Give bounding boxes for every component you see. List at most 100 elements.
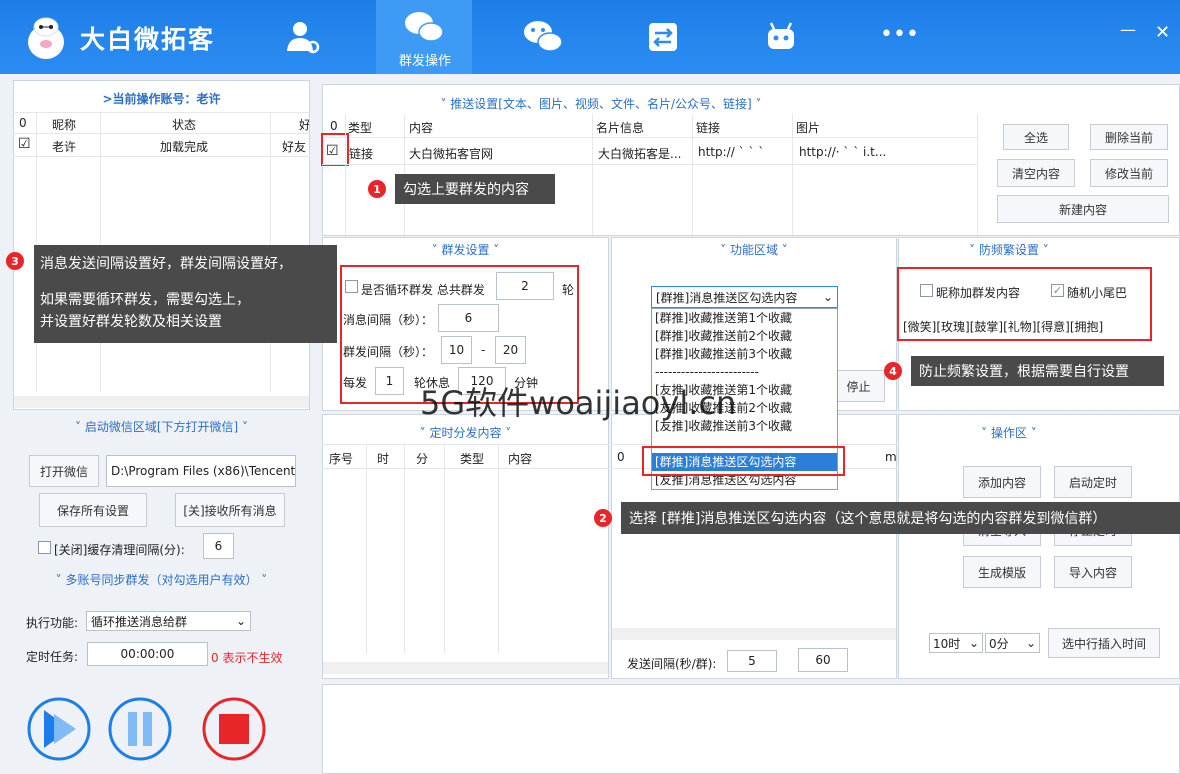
group-interval-max-input[interactable]: 20 bbox=[495, 336, 526, 364]
minute-value: 0分 bbox=[989, 636, 1009, 651]
push-row-card: 大白微拓客是... bbox=[598, 147, 682, 161]
insert-time-button[interactable]: 选中行插入时间 bbox=[1048, 628, 1160, 658]
push-col-link: 链接 bbox=[696, 121, 721, 135]
row-checkbox[interactable]: ☑ bbox=[18, 136, 31, 152]
pause-button[interactable] bbox=[107, 696, 173, 765]
tab-account[interactable] bbox=[258, 0, 348, 74]
log-area[interactable] bbox=[322, 684, 1180, 774]
wechat-path-input[interactable]: D:\Program Files (x86)\Tencent\ bbox=[106, 455, 296, 487]
timed-col-seq: 序号 bbox=[329, 452, 354, 466]
wechat-bubbles-icon bbox=[405, 12, 444, 42]
more-menu-button[interactable]: ••• bbox=[880, 22, 919, 47]
tip-badge-2: 2 bbox=[594, 509, 612, 527]
close-receive-button[interactable]: [关]接收所有消息 bbox=[175, 493, 285, 527]
push-header: ˅ 推送设置[文本、图片、视频、文件、名片/公众号、链接] ˅ bbox=[440, 97, 762, 111]
tab-contact-transfer[interactable] bbox=[618, 0, 708, 74]
play-icon bbox=[27, 697, 91, 761]
group-settings-header: ˅ 群发设置 ˅ bbox=[431, 243, 500, 257]
push-col-image: 图片 bbox=[796, 121, 821, 135]
exec-function-value: 循环推送消息给群 bbox=[91, 614, 188, 629]
dropdown-option[interactable]: [群推]收藏推送前2个收藏 bbox=[652, 327, 837, 345]
tip-3-line-1: 消息发送间隔设置好，群发间隔设置好， bbox=[40, 256, 292, 272]
timed-header: ˅ 定时分发内容 ˅ bbox=[419, 426, 512, 440]
tab-robot[interactable] bbox=[736, 0, 826, 74]
send-interval-max-input[interactable]: 60 bbox=[798, 648, 848, 672]
send-interval-min-input[interactable]: 5 bbox=[727, 650, 777, 672]
robot-icon bbox=[768, 22, 794, 49]
tip-3-line-2: 如果需要循环群发，需要勾选上， bbox=[40, 292, 250, 308]
timer-task-label: 定时任务: bbox=[26, 650, 79, 664]
contact-transfer-icon bbox=[649, 23, 677, 51]
function-select[interactable]: [群推]消息推送区勾选内容 ⌄ bbox=[651, 286, 838, 308]
open-wechat-button[interactable]: 打开微信 bbox=[29, 455, 99, 487]
import-content-button[interactable]: 导入内容 bbox=[1054, 556, 1132, 588]
dropdown-option[interactable]: [群推]收藏推送前3个收藏 bbox=[652, 345, 837, 363]
close-button[interactable]: ✕ bbox=[1155, 22, 1170, 43]
group-interval-label: 群发间隔（秒）： bbox=[343, 345, 434, 359]
hour-select[interactable]: 10时 ⌄ bbox=[929, 633, 983, 653]
emoji-tail-text: [微笑][玫瑰][鼓掌][礼物][得意][拥抱] bbox=[903, 320, 1104, 334]
app-logo bbox=[20, 14, 72, 62]
pause-icon bbox=[108, 697, 172, 761]
save-all-button[interactable]: 保存所有设置 bbox=[39, 493, 147, 527]
group-interval-min-input[interactable]: 10 bbox=[441, 336, 472, 364]
loop-send-checkbox[interactable] bbox=[345, 280, 358, 293]
timer-task-note: 0 表示不生效 bbox=[211, 651, 283, 665]
push-col-type: 类型 bbox=[348, 121, 373, 135]
row-nickname: 老许 bbox=[52, 140, 77, 154]
modify-current-button[interactable]: 修改当前 bbox=[1090, 159, 1168, 187]
timed-hscrollbar[interactable] bbox=[323, 662, 608, 674]
tip-badge-4: 4 bbox=[884, 362, 902, 380]
watermark: 5G软件woaijiaoyl.cn bbox=[420, 384, 737, 422]
stop-button[interactable] bbox=[201, 696, 267, 765]
push-row-link: http:// ` ` ` bbox=[698, 145, 765, 159]
tail-label: 随机小尾巴 bbox=[1067, 286, 1128, 300]
anti-frequent-header: ˅ 防频繁设置 ˅ bbox=[969, 243, 1049, 257]
msg-interval-input[interactable]: 6 bbox=[438, 304, 499, 332]
col-header-status: 状态 bbox=[172, 118, 197, 132]
clear-content-button[interactable]: 清空内容 bbox=[997, 159, 1075, 187]
chevron-down-icon: ⌄ bbox=[822, 290, 833, 304]
every-count-input[interactable]: 1 bbox=[375, 367, 404, 395]
timed-detail-hscrollbar[interactable] bbox=[612, 628, 896, 640]
tab-group-send-label: 群发操作 bbox=[398, 54, 451, 69]
every-label: 每发 bbox=[343, 376, 368, 390]
minute-select[interactable]: 0分 ⌄ bbox=[985, 633, 1040, 653]
tip-badge-3: 3 bbox=[6, 252, 24, 270]
delete-current-button[interactable]: 删除当前 bbox=[1090, 124, 1168, 150]
new-content-button[interactable]: 新建内容 bbox=[997, 195, 1169, 223]
hour-value: 10时 bbox=[933, 636, 961, 651]
row-status: 加载完成 bbox=[160, 140, 209, 154]
exec-function-select[interactable]: 循环推送消息给群 ⌄ bbox=[86, 611, 251, 631]
cache-clean-checkbox[interactable] bbox=[38, 541, 51, 554]
tip-badge-1: 1 bbox=[368, 180, 386, 198]
col-header-friend: 好 bbox=[299, 118, 309, 132]
loop-count-input[interactable]: 2 bbox=[496, 272, 554, 300]
generate-template-button[interactable]: 生成模版 bbox=[963, 556, 1041, 588]
tip-3: 消息发送间隔设置好，群发间隔设置好， 如果需要循环群发，需要勾选上， 并设置好群… bbox=[34, 245, 337, 343]
start-play-button[interactable] bbox=[26, 696, 92, 765]
push-row-checkbox[interactable]: ☑ bbox=[326, 143, 339, 159]
start-timer-button[interactable]: 启动定时 bbox=[1054, 466, 1132, 498]
nickname-checkbox[interactable] bbox=[920, 284, 933, 297]
timed-col-type: 类型 bbox=[460, 452, 485, 466]
function-header: ˅ 功能区域 ˅ bbox=[720, 243, 788, 257]
timed-col-min: 分 bbox=[416, 452, 429, 466]
account-hscrollbar[interactable] bbox=[14, 396, 309, 408]
select-all-button[interactable]: 全选 bbox=[1003, 124, 1069, 150]
push-row-content: 大白微拓客官网 bbox=[409, 147, 494, 161]
timer-task-input[interactable]: 00:00:00 bbox=[87, 642, 208, 666]
user-settings-icon bbox=[287, 22, 320, 54]
minimize-button[interactable]: — bbox=[1120, 20, 1136, 39]
push-col-content: 内容 bbox=[409, 121, 434, 135]
multi-account-header: ˅ 多账号同步群发（对勾选用户有效） ˅ bbox=[55, 573, 268, 587]
chevron-down-icon: ⌄ bbox=[968, 636, 979, 650]
chevron-down-icon: ⌄ bbox=[1025, 636, 1036, 650]
dropdown-option[interactable]: [群推]收藏推送第1个收藏 bbox=[652, 309, 837, 327]
stop-icon bbox=[202, 697, 266, 761]
add-content-button[interactable]: 添加内容 bbox=[963, 466, 1041, 498]
stop-send-button[interactable]: 停止 bbox=[832, 370, 885, 402]
tail-checkbox[interactable]: ✓ bbox=[1051, 284, 1064, 297]
tab-wechat-moments[interactable] bbox=[498, 0, 588, 74]
cache-interval-input[interactable]: 6 bbox=[203, 533, 234, 559]
